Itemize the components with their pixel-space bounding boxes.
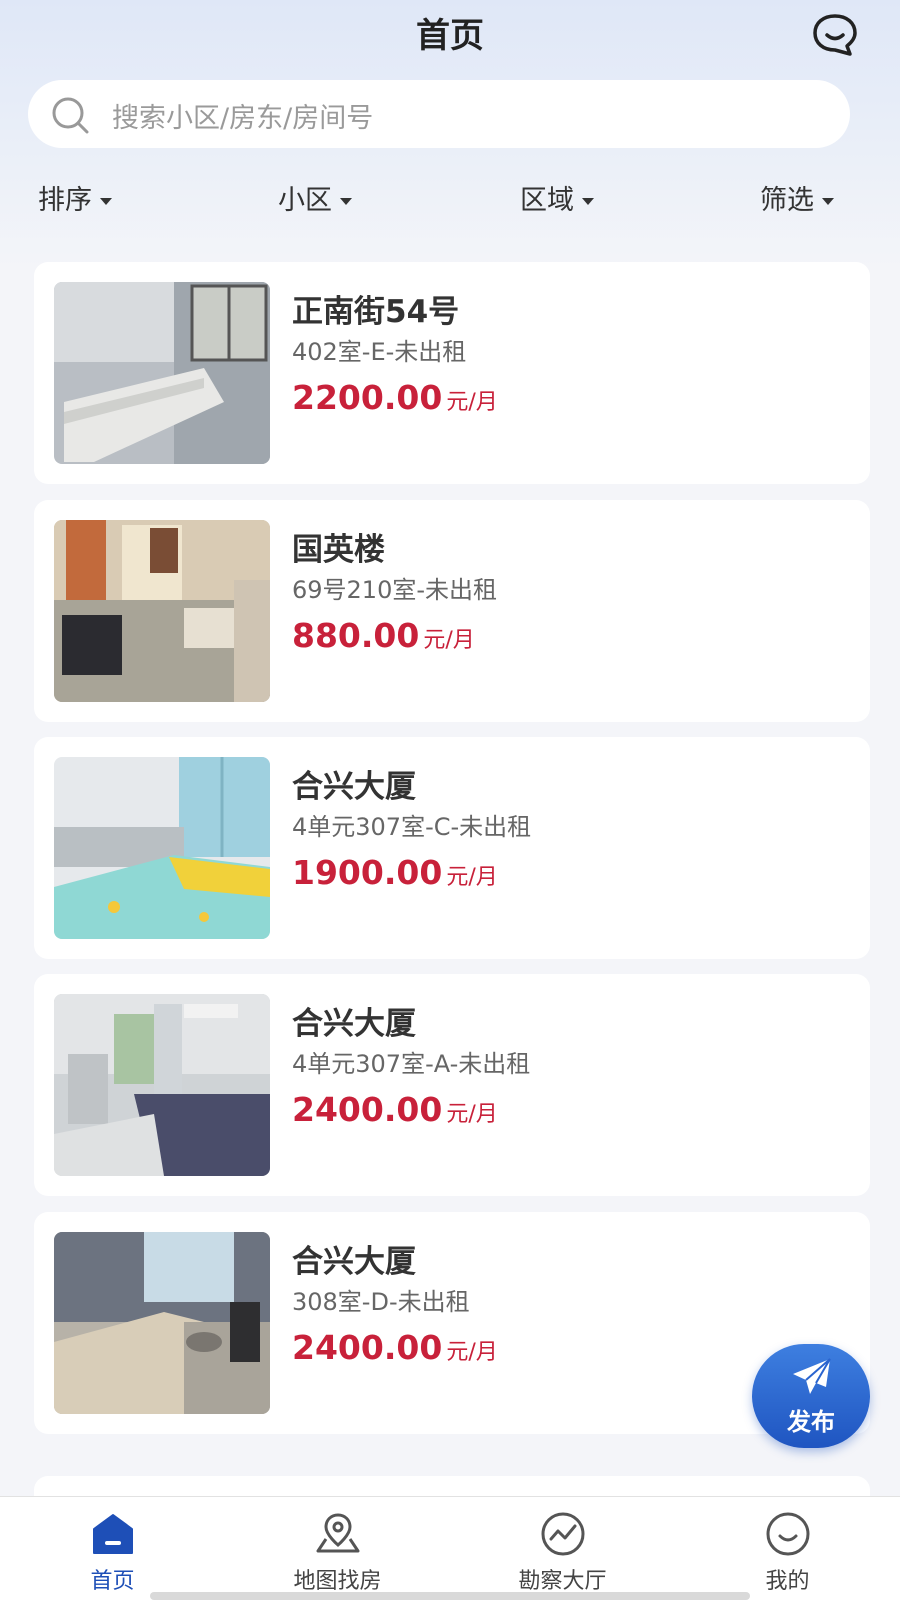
listing-price: 2200.00 元/月 bbox=[292, 378, 498, 417]
home-icon bbox=[93, 1514, 133, 1554]
listing-price: 2400.00 元/月 bbox=[292, 1328, 498, 1367]
listing-room: 4单元307室-A-未出租 bbox=[292, 1050, 531, 1078]
filter-sort[interactable]: 排序 bbox=[38, 178, 112, 217]
tab-map[interactable]: 地图找房 bbox=[225, 1497, 450, 1601]
listing-price: 2400.00 元/月 bbox=[292, 1090, 498, 1129]
header: 首页 bbox=[0, 0, 900, 64]
caret-down-icon bbox=[340, 198, 352, 205]
filter-area-label: 区域 bbox=[520, 185, 574, 216]
tab-map-label: 地图找房 bbox=[293, 1569, 382, 1594]
smile-icon bbox=[766, 1512, 810, 1556]
filter-area[interactable]: 区域 bbox=[520, 178, 594, 217]
page-title: 首页 bbox=[416, 16, 484, 56]
price-value: 2200.00 bbox=[292, 378, 443, 417]
tab-home[interactable]: 首页 bbox=[0, 1497, 225, 1601]
listing-photo bbox=[54, 757, 270, 939]
price-unit: 元/月 bbox=[446, 1340, 498, 1365]
listing-name: 合兴大厦 bbox=[292, 1244, 416, 1280]
listing-name: 正南街54号 bbox=[292, 294, 460, 330]
price-value: 2400.00 bbox=[292, 1090, 443, 1129]
listing-card[interactable]: 正南街54号 402室-E-未出租 2200.00 元/月 bbox=[34, 262, 870, 484]
listing-photo bbox=[54, 1232, 270, 1414]
price-unit: 元/月 bbox=[446, 865, 498, 890]
listing-price: 880.00 元/月 bbox=[292, 616, 475, 655]
tab-home-label: 首页 bbox=[90, 1569, 135, 1594]
caret-down-icon bbox=[822, 198, 834, 205]
listing-card[interactable]: 合兴大厦 4单元307室-C-未出租 1900.00 元/月 bbox=[34, 737, 870, 959]
filter-bar: 排序 小区 区域 筛选 bbox=[0, 178, 900, 228]
filter-more[interactable]: 筛选 bbox=[760, 178, 834, 217]
filter-community-label: 小区 bbox=[278, 185, 332, 216]
listing-room: 402室-E-未出租 bbox=[292, 338, 467, 366]
tab-survey-label: 勘察大厅 bbox=[518, 1569, 607, 1594]
listing-card[interactable]: 合兴大厦 4单元307室-A-未出租 2400.00 元/月 bbox=[34, 974, 870, 1196]
publish-button[interactable]: 发布 bbox=[752, 1344, 870, 1448]
listing-name: 国英楼 bbox=[292, 532, 385, 568]
caret-down-icon bbox=[100, 198, 112, 205]
home-indicator bbox=[150, 1592, 750, 1600]
map-pin-icon bbox=[316, 1513, 360, 1553]
publish-label: 发布 bbox=[787, 1408, 835, 1436]
price-value: 2400.00 bbox=[292, 1328, 443, 1367]
listing-name: 合兴大厦 bbox=[292, 769, 416, 805]
bottom-tab-bar: 首页 地图找房 勘察大厅 我的 bbox=[0, 1496, 900, 1601]
filter-community[interactable]: 小区 bbox=[278, 178, 352, 217]
listing-price: 1900.00 元/月 bbox=[292, 853, 498, 892]
price-unit: 元/月 bbox=[446, 390, 498, 415]
filter-sort-label: 排序 bbox=[38, 185, 92, 216]
price-value: 1900.00 bbox=[292, 853, 443, 892]
listing-photo bbox=[54, 282, 270, 464]
price-unit: 元/月 bbox=[446, 1102, 498, 1127]
search-placeholder: 搜索小区/房东/房间号 bbox=[112, 103, 374, 134]
chat-bubble-icon[interactable] bbox=[810, 12, 860, 58]
filter-more-label: 筛选 bbox=[760, 185, 814, 216]
search-input[interactable]: 搜索小区/房东/房间号 bbox=[28, 80, 850, 148]
listing-room: 69号210室-未出租 bbox=[292, 576, 498, 604]
listing-room: 308室-D-未出租 bbox=[292, 1288, 470, 1316]
listing-photo bbox=[54, 520, 270, 702]
tab-profile[interactable]: 我的 bbox=[675, 1497, 900, 1601]
price-value: 880.00 bbox=[292, 616, 420, 655]
tab-profile-label: 我的 bbox=[765, 1569, 810, 1594]
listing-name: 合兴大厦 bbox=[292, 1006, 416, 1042]
paper-plane-icon bbox=[793, 1358, 831, 1394]
trend-icon bbox=[541, 1512, 585, 1556]
price-unit: 元/月 bbox=[423, 628, 475, 653]
listing-card[interactable]: 国英楼 69号210室-未出租 880.00 元/月 bbox=[34, 500, 870, 722]
search-icon bbox=[52, 97, 89, 134]
caret-down-icon bbox=[582, 198, 594, 205]
listing-photo bbox=[54, 994, 270, 1176]
tab-survey[interactable]: 勘察大厅 bbox=[450, 1497, 675, 1601]
listing-room: 4单元307室-C-未出租 bbox=[292, 813, 532, 841]
listing-card[interactable]: 合兴大厦 308室-D-未出租 2400.00 元/月 bbox=[34, 1212, 870, 1434]
